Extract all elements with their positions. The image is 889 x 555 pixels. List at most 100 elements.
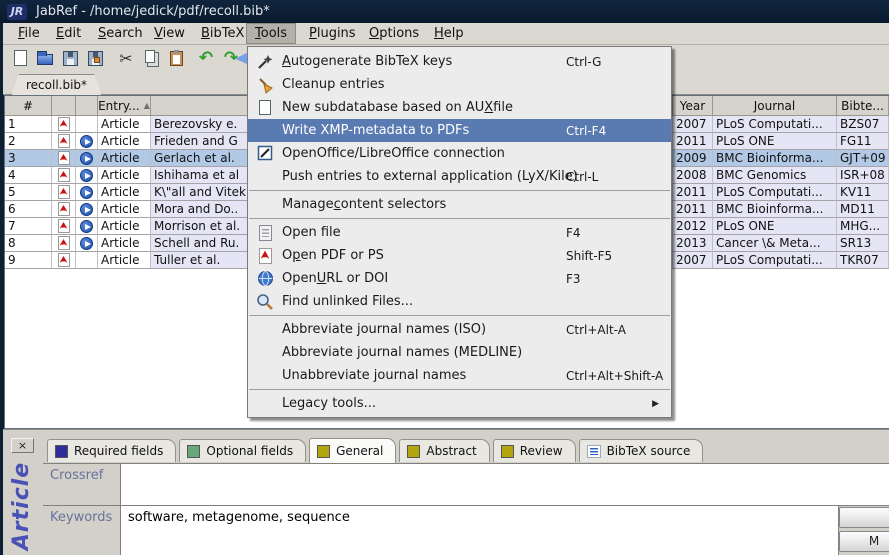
cell-pdf[interactable]: [52, 201, 76, 218]
menu-item-write-xmp-metadata[interactable]: Write XMP-metadata to PDFs Ctrl-F4: [248, 119, 671, 142]
tab-general[interactable]: General: [309, 438, 396, 463]
menu-item-openoffice-connection[interactable]: OpenOffice/LibreOffice connection: [248, 142, 671, 165]
url-icon[interactable]: [80, 220, 93, 233]
cell-journal[interactable]: Cancer \& Meta...: [713, 235, 837, 252]
cell-bibtexkey[interactable]: GJT+09: [837, 150, 889, 167]
cell-pdf[interactable]: [52, 252, 76, 269]
cell-url[interactable]: [76, 201, 98, 218]
cell-num[interactable]: 5: [5, 184, 52, 201]
menu-item-open-pdf-ps[interactable]: Open PDF or PS Shift-F5: [248, 244, 671, 267]
save-button[interactable]: [58, 47, 82, 69]
pdf-icon[interactable]: [58, 134, 70, 148]
cell-bibtexkey[interactable]: MHG...: [837, 218, 889, 235]
menu-item-cleanup-entries[interactable]: Cleanup entries: [248, 73, 671, 96]
cell-entrytype[interactable]: Article: [98, 184, 151, 201]
cell-year[interactable]: 2013: [673, 235, 713, 252]
menu-item-unabbreviate[interactable]: Unabbreviate journal names Ctrl+Alt+Shif…: [248, 364, 671, 387]
save-as-button[interactable]: [83, 47, 107, 69]
cell-num[interactable]: 8: [5, 235, 52, 252]
cell-entrytype[interactable]: Article: [98, 235, 151, 252]
cell-year[interactable]: 2011: [673, 201, 713, 218]
menu-item-open-url-doi[interactable]: Open URL or DOI F3: [248, 267, 671, 290]
cell-bibtexkey[interactable]: BZS07: [837, 116, 889, 133]
tab-abstract[interactable]: Abstract: [399, 439, 489, 462]
cell-entrytype[interactable]: Article: [98, 133, 151, 150]
cell-entrytype[interactable]: Article: [98, 218, 151, 235]
pdf-icon[interactable]: [58, 185, 70, 199]
undo-button[interactable]: ↶: [194, 47, 218, 69]
keywords-field[interactable]: software, metagenome, sequence: [121, 506, 839, 555]
cell-pdf[interactable]: [52, 116, 76, 133]
cell-entrytype[interactable]: Article: [98, 252, 151, 269]
pdf-icon[interactable]: [58, 117, 70, 131]
crossref-field[interactable]: [121, 464, 889, 505]
header-pdf[interactable]: [52, 96, 76, 116]
cell-entrytype[interactable]: Article: [98, 116, 151, 133]
cell-pdf[interactable]: [52, 150, 76, 167]
header-bibtexkey[interactable]: Bibte...: [837, 96, 889, 116]
pdf-icon[interactable]: [58, 236, 70, 250]
menu-item-autogenerate-keys[interactable]: Autogenerate BibTeX keys Ctrl-G: [248, 50, 671, 73]
menu-item-abbreviate-medline[interactable]: Abbreviate journal names (MEDLINE): [248, 341, 671, 364]
cell-url[interactable]: [76, 235, 98, 252]
cell-num[interactable]: 9: [5, 252, 52, 269]
pdf-icon[interactable]: [58, 151, 70, 165]
cell-journal[interactable]: PLoS ONE: [713, 218, 837, 235]
url-icon[interactable]: [80, 186, 93, 199]
cell-entrytype[interactable]: Article: [98, 150, 151, 167]
cell-year[interactable]: 2007: [673, 116, 713, 133]
pdf-icon[interactable]: [58, 202, 70, 216]
cell-bibtexkey[interactable]: ISR+08: [837, 167, 889, 184]
new-file-button[interactable]: [8, 47, 32, 69]
side-button-2[interactable]: M: [839, 531, 889, 552]
menu-tools[interactable]: Tools: [246, 23, 296, 44]
menu-item-abbreviate-iso[interactable]: Abbreviate journal names (ISO) Ctrl+Alt-…: [248, 318, 671, 341]
menu-item-push-entries[interactable]: Push entries to external application (Ly…: [248, 165, 671, 188]
menu-bibtex[interactable]: BibTeX: [193, 23, 252, 44]
cell-year[interactable]: 2008: [673, 167, 713, 184]
url-icon[interactable]: [80, 135, 93, 148]
cell-pdf[interactable]: [52, 235, 76, 252]
menu-view[interactable]: View: [146, 23, 193, 44]
paste-button[interactable]: [164, 47, 188, 69]
menu-item-manage-content-selectors[interactable]: Manage content selectors: [248, 193, 671, 216]
header-entrytype[interactable]: Entry...▲: [98, 96, 151, 116]
cell-num[interactable]: 3: [5, 150, 52, 167]
cell-journal[interactable]: BMC Bioinforma...: [713, 150, 837, 167]
header-journal[interactable]: Journal: [713, 96, 837, 116]
cell-bibtexkey[interactable]: TKR07: [837, 252, 889, 269]
file-tab[interactable]: recoll.bib*: [11, 74, 102, 95]
cell-url[interactable]: [76, 218, 98, 235]
cell-journal[interactable]: PLoS ONE: [713, 133, 837, 150]
cell-num[interactable]: 7: [5, 218, 52, 235]
menu-item-new-subdatabase[interactable]: New subdatabase based on AUX file: [248, 96, 671, 119]
cell-num[interactable]: 2: [5, 133, 52, 150]
cell-num[interactable]: 1: [5, 116, 52, 133]
menu-file[interactable]: File: [10, 23, 48, 44]
cell-url[interactable]: [76, 116, 98, 133]
cell-bibtexkey[interactable]: FG11: [837, 133, 889, 150]
cell-pdf[interactable]: [52, 184, 76, 201]
cell-journal[interactable]: PLoS Computati...: [713, 184, 837, 201]
menu-help[interactable]: Help: [426, 23, 472, 44]
header-year[interactable]: Year: [673, 96, 713, 116]
cell-url[interactable]: [76, 167, 98, 184]
cell-year[interactable]: 2007: [673, 252, 713, 269]
header-num[interactable]: #: [5, 96, 52, 116]
cell-pdf[interactable]: [52, 218, 76, 235]
url-icon[interactable]: [80, 203, 93, 216]
cell-journal[interactable]: BMC Genomics: [713, 167, 837, 184]
tab-bibtex-source[interactable]: BibTeX source: [579, 439, 704, 462]
cell-entrytype[interactable]: Article: [98, 167, 151, 184]
tab-required-fields[interactable]: Required fields: [47, 439, 176, 462]
open-database-button[interactable]: [33, 47, 57, 69]
cell-num[interactable]: 6: [5, 201, 52, 218]
cell-year[interactable]: 2012: [673, 218, 713, 235]
cell-bibtexkey[interactable]: KV11: [837, 184, 889, 201]
menu-plugins[interactable]: Plugins: [301, 23, 364, 44]
cell-url[interactable]: [76, 184, 98, 201]
cell-url[interactable]: [76, 150, 98, 167]
cell-journal[interactable]: PLoS Computati...: [713, 252, 837, 269]
cell-url[interactable]: [76, 252, 98, 269]
cell-journal[interactable]: BMC Bioinforma...: [713, 201, 837, 218]
